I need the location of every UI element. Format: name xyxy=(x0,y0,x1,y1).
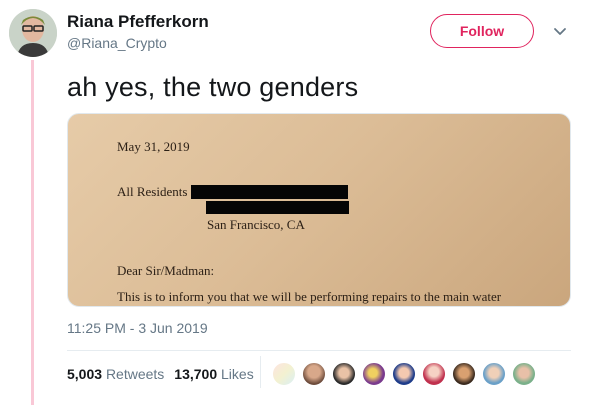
liker-avatar[interactable] xyxy=(392,362,416,386)
letter-body: This is to inform you that we will be pe… xyxy=(117,289,502,304)
retweets-count: 5,003 xyxy=(67,366,103,382)
likes-stat[interactable]: 13,700 Likes xyxy=(174,366,253,382)
liker-avatar[interactable] xyxy=(422,362,446,386)
likes-count: 13,700 xyxy=(174,366,218,382)
retweets-stat[interactable]: 5,003 Retweets xyxy=(67,366,164,382)
author-name[interactable]: Riana Pfefferkorn xyxy=(67,12,209,32)
liker-avatar[interactable] xyxy=(362,362,386,386)
chevron-down-icon[interactable] xyxy=(552,24,568,40)
redaction-bar xyxy=(206,201,349,214)
liker-avatar[interactable] xyxy=(272,362,296,386)
letter-date: May 31, 2019 xyxy=(117,139,190,154)
liker-avatar[interactable] xyxy=(482,362,506,386)
avatar[interactable] xyxy=(9,9,57,57)
likes-label: Likes xyxy=(221,366,254,382)
tweet-timestamp[interactable]: 11:25 PM - 3 Jun 2019 xyxy=(67,320,208,336)
tweet-stats: 5,003 Retweets 13,700 Likes xyxy=(67,366,254,382)
redaction-bar xyxy=(191,185,348,199)
liker-avatar[interactable] xyxy=(512,362,536,386)
retweets-label: Retweets xyxy=(105,366,165,382)
liker-avatar[interactable] xyxy=(452,362,476,386)
letter-residents: All Residents xyxy=(117,184,188,199)
stats-separator xyxy=(260,356,261,388)
letter-salutation: Dear Sir/Madman: xyxy=(117,263,215,278)
avatar-image xyxy=(9,9,57,57)
letter-city: San Francisco, CA xyxy=(207,217,305,232)
liker-avatar[interactable] xyxy=(302,362,326,386)
tweet-text: ah yes, the two genders xyxy=(67,72,359,102)
tweet-photo[interactable]: May 31, 2019 All Residents San Francisco… xyxy=(67,113,571,307)
divider xyxy=(67,350,571,351)
author-handle[interactable]: @Riana_Crypto xyxy=(67,35,167,51)
follow-button[interactable]: Follow xyxy=(430,14,534,48)
liker-avatar[interactable] xyxy=(332,362,356,386)
thread-line xyxy=(31,60,34,405)
